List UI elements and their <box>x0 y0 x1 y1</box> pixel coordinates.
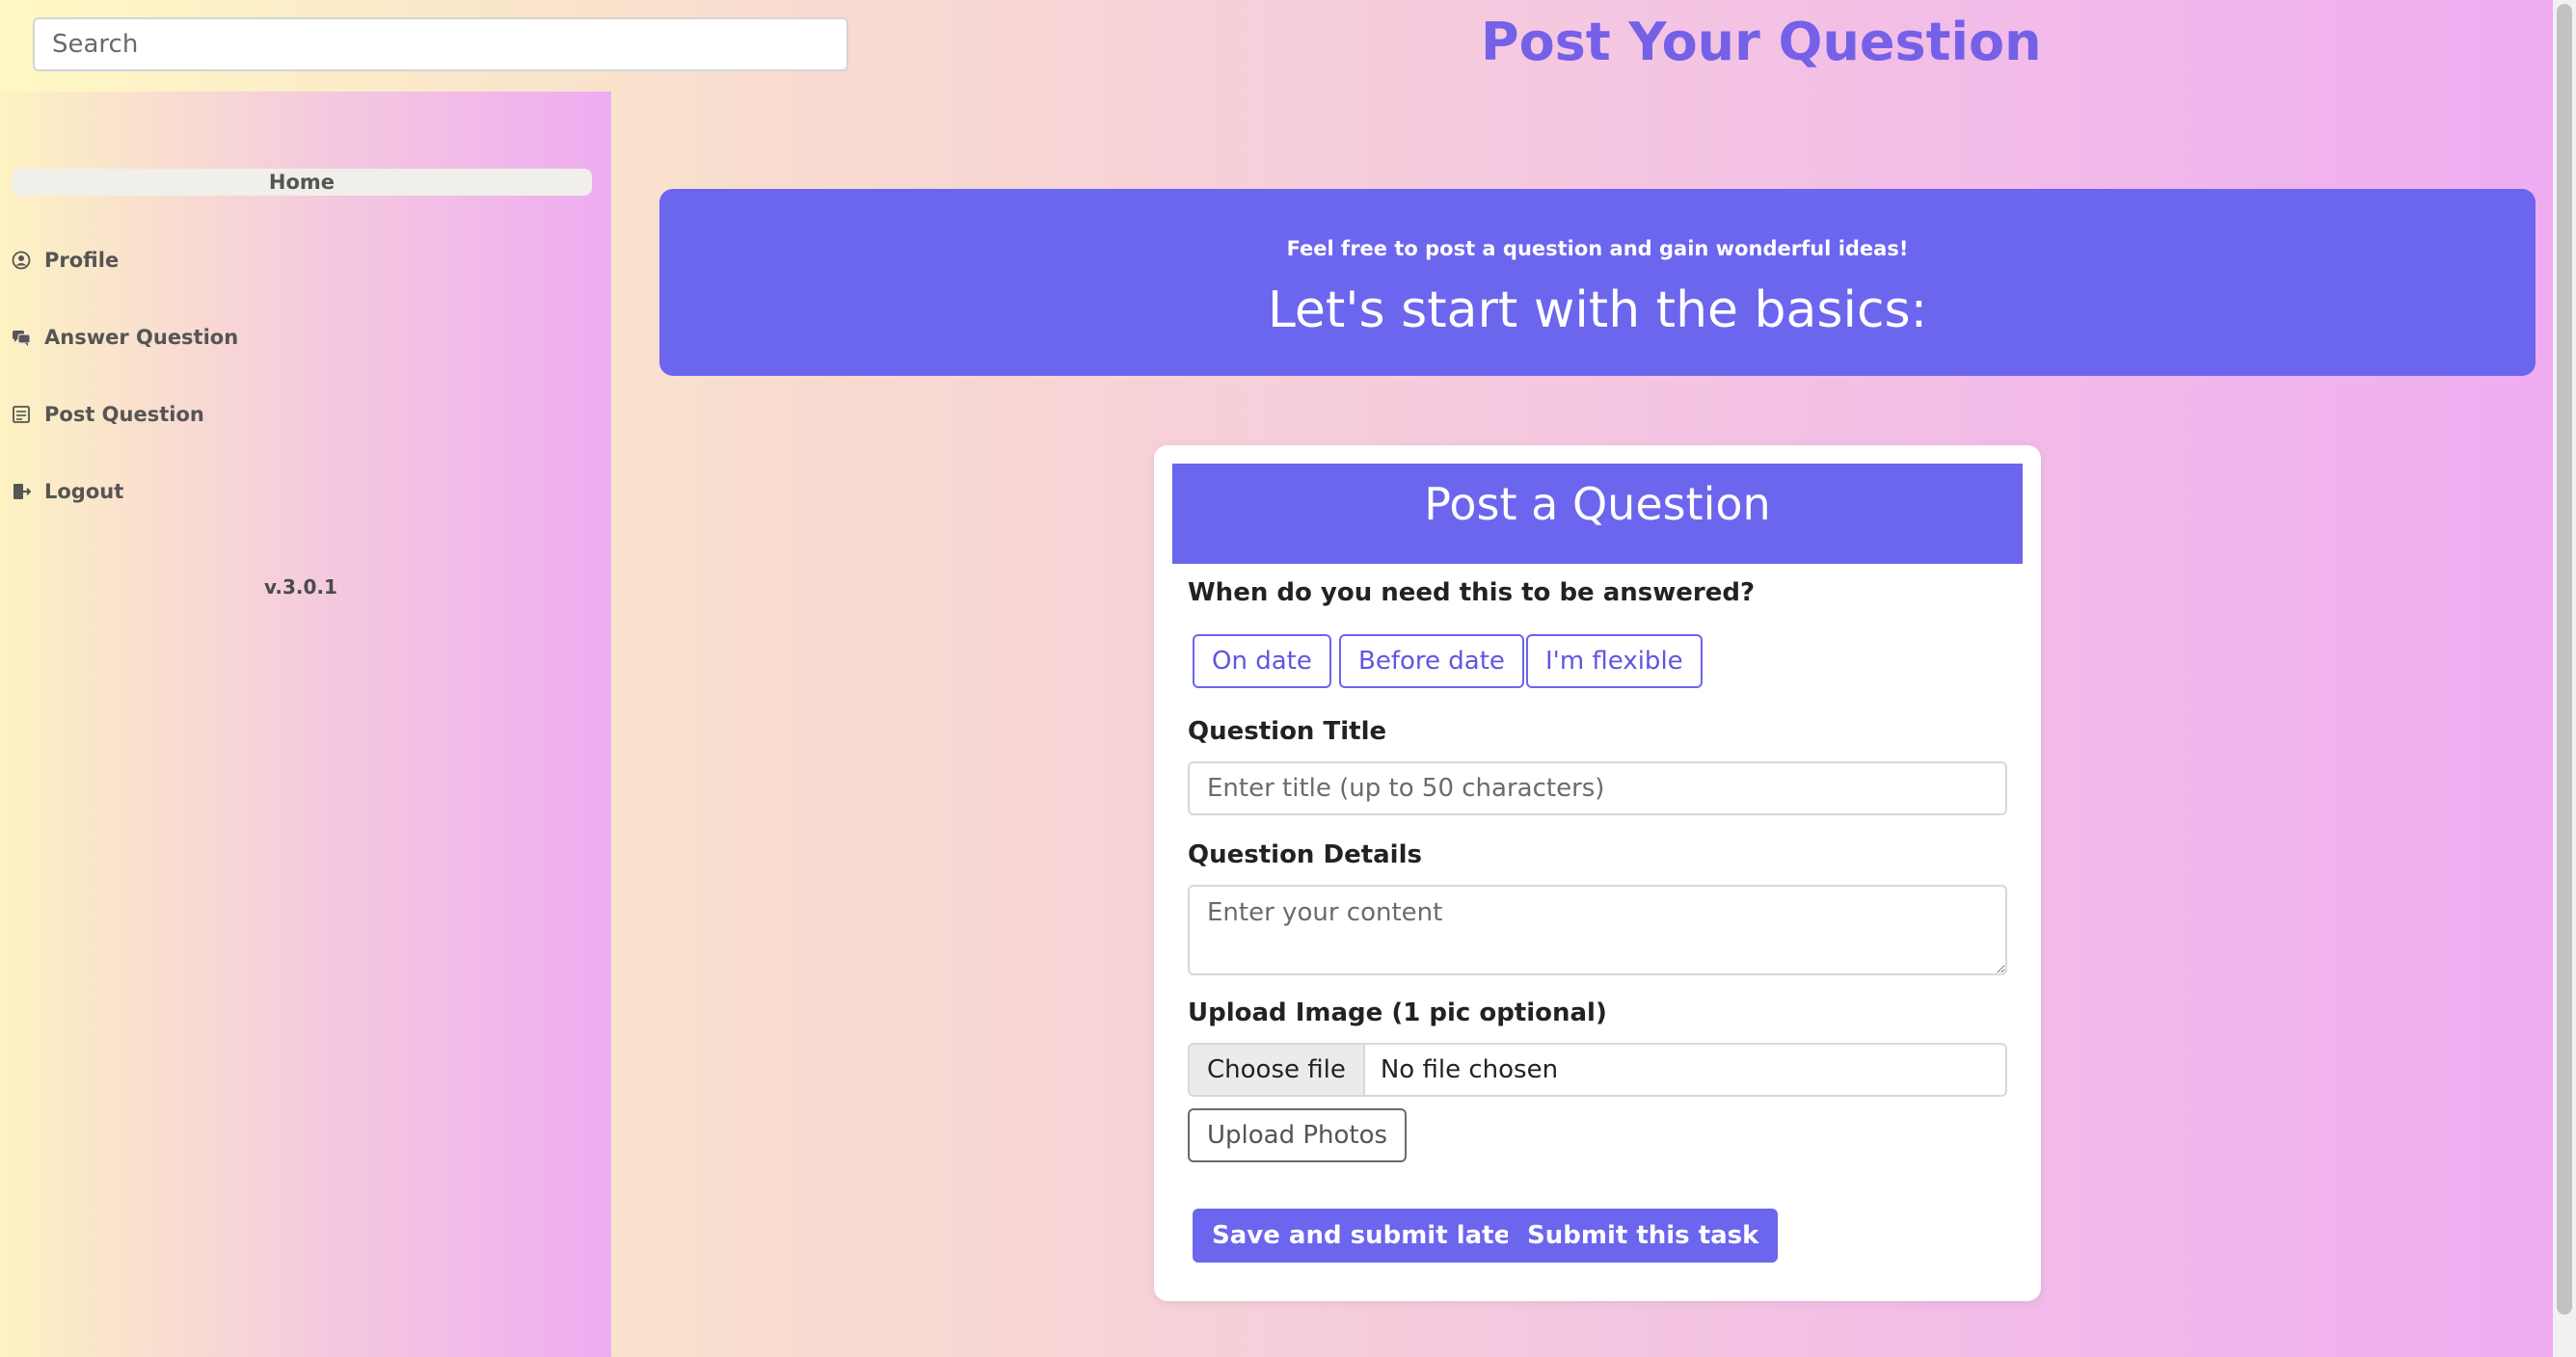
submit-task-button[interactable]: Submit this task <box>1508 1209 1779 1263</box>
sidebar-item-label: Answer Question <box>44 326 239 349</box>
search-input[interactable] <box>33 17 848 71</box>
title-label: Question Title <box>1188 717 1387 746</box>
scrollbar-thumb[interactable] <box>2557 4 2572 1315</box>
sidebar-item-label: Logout <box>44 480 124 503</box>
sidebar-item-post-question[interactable]: Post Question <box>12 398 204 431</box>
save-later-button[interactable]: Save and submit later <box>1193 1209 1543 1263</box>
sidebar-item-label: Post Question <box>44 403 204 426</box>
sidebar-item-logout[interactable]: Logout <box>12 475 123 508</box>
file-status: No file chosen <box>1380 1055 1559 1084</box>
banner-subtitle: Feel free to post a question and gain wo… <box>1286 237 1909 260</box>
sidebar: Home Profile Answer Question Post Questi… <box>0 92 611 1357</box>
on-date-button[interactable]: On date <box>1193 634 1331 688</box>
document-icon <box>13 406 30 423</box>
sidebar-item-home[interactable]: Home <box>12 169 592 196</box>
version-label: v.3.0.1 <box>264 575 337 599</box>
when-label: When do you need this to be answered? <box>1188 578 1756 607</box>
user-icon <box>12 251 31 270</box>
page-title: Post Your Question <box>1481 12 2042 72</box>
question-details-textarea[interactable] <box>1188 885 2007 975</box>
file-input[interactable]: Choose file No file chosen <box>1188 1043 2007 1097</box>
question-title-input[interactable] <box>1188 761 2007 815</box>
logout-icon <box>13 484 31 499</box>
details-label: Question Details <box>1188 840 1422 869</box>
post-question-form: Post a Question When do you need this to… <box>1154 445 2041 1301</box>
sidebar-item-label: Profile <box>44 249 120 272</box>
choose-file-button[interactable]: Choose file <box>1190 1045 1365 1095</box>
flexible-button[interactable]: I'm flexible <box>1526 634 1703 688</box>
sidebar-item-profile[interactable]: Profile <box>12 244 119 277</box>
upload-label: Upload Image (1 pic optional) <box>1188 998 1607 1027</box>
form-header: Post a Question <box>1172 464 2023 564</box>
banner-title: Let's start with the basics: <box>1267 281 1928 339</box>
page-scrollbar[interactable] <box>2553 0 2576 1357</box>
upload-photos-button[interactable]: Upload Photos <box>1188 1108 1408 1162</box>
comments-icon <box>13 331 31 346</box>
before-date-button[interactable]: Before date <box>1339 634 1524 688</box>
welcome-banner: Feel free to post a question and gain wo… <box>659 189 2536 376</box>
sidebar-item-answer-question[interactable]: Answer Question <box>12 321 238 354</box>
